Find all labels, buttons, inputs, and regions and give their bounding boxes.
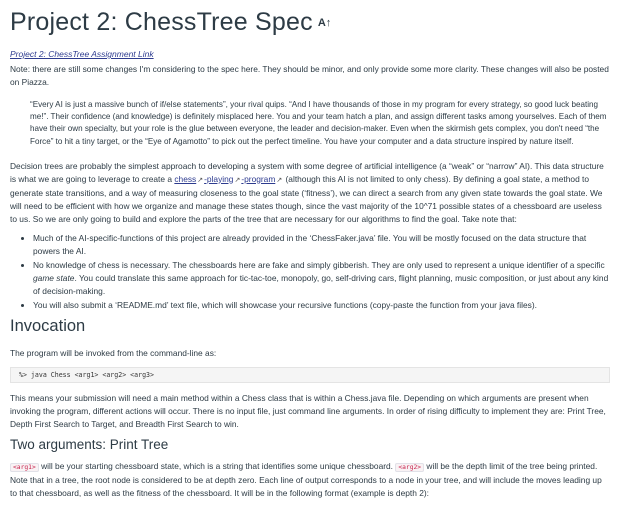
- external-link-icon: ↗: [234, 176, 241, 184]
- game-state-emphasis: game state: [33, 272, 75, 283]
- external-link-icon: ↗: [197, 176, 204, 184]
- notes-list: Much of the AI-specific-functions of thi…: [10, 232, 610, 312]
- quote-block: “Every AI is just a massive bunch of if/…: [30, 99, 610, 148]
- command-code-block: %> java Chess <arg1> <arg2> <arg3>: [10, 366, 610, 383]
- list-item: You will also submit a ‘README.md’ text …: [33, 299, 610, 312]
- program-link[interactable]: -program: [241, 174, 275, 184]
- invocation-text: The program will be invoked from the com…: [10, 347, 217, 358]
- intro-paragraph: Decision trees are probably the simplest…: [10, 160, 610, 226]
- note-paragraph: Note: there are still some changes I'm c…: [10, 64, 609, 87]
- playing-link[interactable]: -playing: [204, 174, 233, 184]
- list-item-text: No knowledge of chess is necessary. The …: [33, 259, 605, 270]
- two-args-heading: Two arguments: Print Tree: [10, 436, 169, 452]
- arg1-code: <arg1>: [10, 462, 39, 472]
- invocation-explanation: This means your submission will need a m…: [10, 392, 606, 429]
- invocation-heading: Invocation: [10, 316, 86, 335]
- title-row: Project 2: ChessTree Spec A↑: [10, 2, 610, 42]
- external-link-icon: ↗: [276, 176, 283, 184]
- arg2-code: <arg2>: [395, 462, 425, 472]
- page-container: Project 2: ChessTree Spec A↑ Project 2: …: [0, 2, 624, 526]
- immersive-reader-icon[interactable]: A↑: [318, 17, 331, 29]
- assignment-link[interactable]: Project 2: ChessTree Assignment Link: [10, 49, 610, 59]
- chess-link[interactable]: chess: [174, 174, 196, 184]
- quote-text: “Every AI is just a massive bunch of if/…: [30, 100, 607, 146]
- list-item: Much of the AI-specific-functions of thi…: [33, 232, 610, 258]
- list-item-text: . You could translate this same approach…: [33, 272, 609, 296]
- list-item: No knowledge of chess is necessary. The …: [33, 259, 610, 298]
- two-args-text1: will be your starting chessboard state, …: [38, 460, 396, 471]
- two-args-paragraph: <arg1> will be your starting chessboard …: [10, 460, 610, 500]
- page-title: Project 2: ChessTree Spec: [10, 7, 313, 36]
